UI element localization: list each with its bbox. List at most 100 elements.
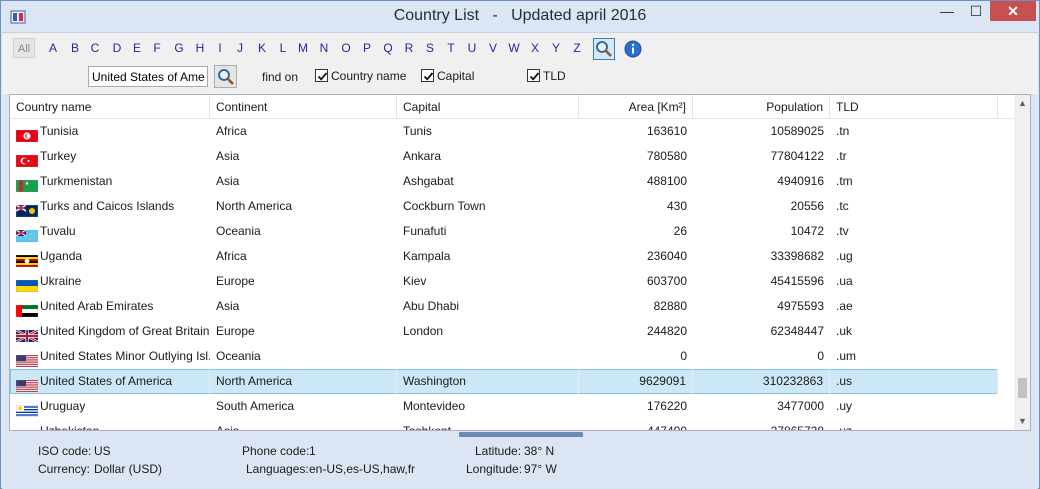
flag-icon: [15, 351, 39, 368]
cell-continent: Africa: [216, 249, 247, 263]
minimize-button[interactable]: —: [932, 1, 962, 21]
table-row[interactable]: United Kingdom of Great Britain ... Europ…: [10, 319, 998, 344]
letter-filter-m[interactable]: M: [293, 38, 313, 58]
table-row-selected[interactable]: United States of America North America Was…: [10, 369, 998, 394]
search-toggle-button[interactable]: [593, 38, 615, 60]
cell-capital: Washington: [397, 369, 579, 394]
cell-population: 4940916: [777, 174, 824, 188]
table-row[interactable]: Turks and Caicos Islands North America Coc…: [10, 194, 998, 219]
cell-area: 430: [666, 199, 687, 213]
letter-filter-s[interactable]: S: [420, 38, 440, 58]
column-header-population[interactable]: Population: [693, 95, 830, 119]
cell-tld: .ae: [836, 299, 853, 313]
letter-filter-t[interactable]: T: [441, 38, 461, 58]
cell-capital: Cockburn Town: [403, 199, 486, 213]
checkbox-label: Capital: [437, 69, 475, 83]
close-button[interactable]: ✕: [990, 1, 1036, 21]
cell-name: Ukraine: [10, 269, 210, 294]
table-row[interactable]: Tuvalu Oceania Funafuti 26 10472 .tv: [10, 219, 998, 244]
checkbox-box[interactable]: [315, 69, 328, 82]
flag-icon: [15, 426, 39, 430]
about-button[interactable]: [624, 40, 642, 58]
cell-population: 20556: [790, 199, 824, 213]
scroll-down-icon[interactable]: ▼: [1014, 413, 1030, 430]
cell-name: United Arab Emirates: [10, 294, 210, 319]
flag-icon: [15, 176, 39, 193]
column-header-tld[interactable]: TLD: [830, 95, 998, 119]
letter-filter-f[interactable]: F: [147, 38, 167, 58]
column-header-continent[interactable]: Continent: [210, 95, 397, 119]
details-panel: ISO code: US Currency: Dollar (USD) Phon…: [2, 437, 1038, 489]
letter-filter-y[interactable]: Y: [546, 38, 566, 58]
letter-filter-c[interactable]: C: [85, 38, 105, 58]
letter-filter-r[interactable]: R: [399, 38, 419, 58]
table-row[interactable]: Turkey Asia Ankara 780580 77804122 .tr: [10, 144, 998, 169]
letter-filter-d[interactable]: D: [107, 38, 127, 58]
scrollbar-thumb[interactable]: [1018, 378, 1027, 398]
cell-area: 488100: [646, 174, 687, 188]
flag-icon: [15, 326, 39, 344]
cell-population: 310232863: [693, 369, 830, 394]
cell-tld: .tr: [836, 149, 847, 163]
cell-continent: Asia: [216, 174, 240, 188]
letter-filter-all[interactable]: All: [13, 38, 35, 58]
table-row[interactable]: United Arab Emirates Asia Abu Dhabi 82880 49…: [10, 294, 998, 319]
table-row[interactable]: Ukraine Europe Kiev 603700 45415596 .ua: [10, 269, 998, 294]
letter-filter-h[interactable]: H: [190, 38, 210, 58]
cell-continent: Africa: [216, 124, 247, 138]
letter-filter-w[interactable]: W: [504, 38, 524, 58]
cell-continent: South America: [216, 399, 295, 413]
letter-filter-b[interactable]: B: [65, 38, 85, 58]
checkbox-box[interactable]: [421, 69, 434, 82]
maximize-button[interactable]: ☐: [962, 1, 990, 21]
column-header-capital[interactable]: Capital: [397, 95, 579, 119]
letter-filter-k[interactable]: K: [252, 38, 272, 58]
country-table: Country name Continent Capital Area [Km²] Po…: [9, 94, 1031, 431]
letter-filter-q[interactable]: Q: [378, 38, 398, 58]
table-header: Country name Continent Capital Area [Km²] Po…: [10, 95, 1014, 119]
table-row[interactable]: Uganda Africa Kampala 236040 33398682 .ug: [10, 244, 998, 269]
letter-filter-j[interactable]: J: [230, 38, 250, 58]
table-row[interactable]: United States Minor Outlying Isl... Ocean…: [10, 344, 998, 369]
letter-filter-z[interactable]: Z: [567, 38, 587, 58]
longitude-label: Longitude:: [466, 462, 523, 476]
letter-filter-n[interactable]: N: [314, 38, 334, 58]
letter-filter-e[interactable]: E: [127, 38, 147, 58]
table-row[interactable]: Uruguay South America Montevideo 176220 3477…: [10, 394, 998, 419]
checkbox-label: Country name: [331, 69, 407, 83]
cell-continent: Asia: [216, 149, 240, 163]
letter-filter-v[interactable]: V: [483, 38, 503, 58]
column-header-name[interactable]: Country name: [10, 95, 210, 119]
letter-filter-i[interactable]: I: [210, 38, 230, 58]
cell-population: 33398682: [770, 249, 824, 263]
cell-population: 0: [817, 349, 824, 363]
cell-continent: Europe: [216, 274, 255, 288]
letter-filter-a[interactable]: A: [43, 38, 63, 58]
title-bar[interactable]: Country List - Updated april 2016 — ☐ ✕: [1, 1, 1039, 32]
letter-filter-l[interactable]: L: [273, 38, 293, 58]
cell-capital: Abu Dhabi: [403, 299, 460, 313]
search-button[interactable]: [214, 65, 237, 88]
table-row[interactable]: Uzbekistan Asia Tashkent 447400 27865738 .uz: [10, 419, 998, 431]
letter-filter-x[interactable]: X: [525, 38, 545, 58]
search-input[interactable]: [88, 66, 208, 87]
letter-filter-g[interactable]: G: [169, 38, 189, 58]
table-row[interactable]: Turkmenistan Asia Ashgabat 488100 4940916 .tm: [10, 169, 998, 194]
country-name-text: United States Minor Outlying Isl...: [40, 349, 210, 363]
letter-filter-o[interactable]: O: [336, 38, 356, 58]
cell-population: 45415596: [770, 274, 824, 288]
checkbox-box[interactable]: [527, 69, 540, 82]
letter-filter-u[interactable]: U: [462, 38, 482, 58]
cell-continent: Europe: [216, 324, 255, 338]
search-icon: [596, 41, 612, 57]
cell-population: 10589025: [770, 124, 824, 138]
vertical-scrollbar[interactable]: ▲ ▼: [1014, 95, 1030, 430]
scroll-up-icon[interactable]: ▲: [1014, 95, 1030, 112]
table-row[interactable]: Tunisia Africa Tunis 163610 10589025 .tn: [10, 119, 998, 144]
table-body[interactable]: Tunisia Africa Tunis 163610 10589025 .tn Turke…: [10, 119, 1014, 431]
column-header-area[interactable]: Area [Km²]: [579, 95, 693, 119]
latitude-label: Latitude:: [475, 444, 522, 458]
cell-continent: Asia: [216, 424, 240, 431]
letter-filter-p[interactable]: P: [357, 38, 377, 58]
cell-tld: .tn: [836, 124, 850, 138]
